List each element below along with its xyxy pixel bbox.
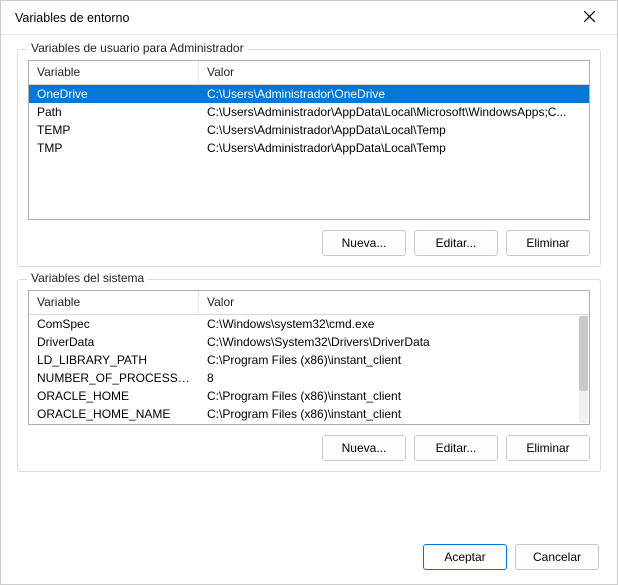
close-button[interactable] (569, 3, 609, 33)
cell-value: 8 (199, 370, 589, 386)
table-row[interactable]: ORACLE_HOME_NAMEC:\Program Files (x86)\i… (29, 405, 589, 423)
cell-variable: ORACLE_HOME_NAME (29, 406, 199, 422)
cell-value: C:\Users\Administrador\OneDrive (199, 86, 589, 102)
table-row[interactable]: PathC:\Users\Administrador\AppData\Local… (29, 103, 589, 121)
user-variables-list[interactable]: Variable Valor OneDriveC:\Users\Administ… (28, 60, 590, 220)
user-new-button[interactable]: Nueva... (322, 230, 406, 256)
header-value[interactable]: Valor (199, 291, 589, 314)
system-variables-list[interactable]: Variable Valor ComSpecC:\Windows\system3… (28, 290, 590, 425)
header-variable[interactable]: Variable (29, 61, 199, 84)
table-row[interactable]: OneDriveC:\Users\Administrador\OneDrive (29, 85, 589, 103)
system-variables-group: Variables del sistema Variable Valor Com… (17, 279, 601, 472)
cell-variable: TMP (29, 140, 199, 156)
header-value[interactable]: Valor (199, 61, 589, 84)
table-row[interactable]: NUMBER_OF_PROCESSORS8 (29, 369, 589, 387)
cell-value: C:\Users\Administrador\AppData\Local\Tem… (199, 122, 589, 138)
cell-variable: Path (29, 104, 199, 120)
system-edit-button[interactable]: Editar... (414, 435, 498, 461)
cell-variable: LD_LIBRARY_PATH (29, 352, 199, 368)
ok-button[interactable]: Aceptar (423, 544, 507, 570)
dialog-footer: Aceptar Cancelar (1, 538, 617, 584)
cell-variable: ComSpec (29, 316, 199, 332)
cell-variable: DriverData (29, 334, 199, 350)
cell-variable: TEMP (29, 122, 199, 138)
cancel-button[interactable]: Cancelar (515, 544, 599, 570)
header-variable[interactable]: Variable (29, 291, 199, 314)
user-list-body: OneDriveC:\Users\Administrador\OneDriveP… (29, 85, 589, 157)
cell-value: C:\Users\Administrador\AppData\Local\Mic… (199, 104, 589, 120)
system-list-body: ComSpecC:\Windows\system32\cmd.exeDriver… (29, 315, 589, 425)
cell-variable: NUMBER_OF_PROCESSORS (29, 370, 199, 386)
user-buttons-row: Nueva... Editar... Eliminar (28, 230, 590, 256)
user-list-header: Variable Valor (29, 61, 589, 85)
table-row[interactable]: DriverDataC:\Windows\System32\Drivers\Dr… (29, 333, 589, 351)
table-row[interactable]: OSWindows_NT (29, 423, 589, 425)
cell-value: C:\Windows\system32\cmd.exe (199, 316, 589, 332)
table-row[interactable]: ORACLE_HOMEC:\Program Files (x86)\instan… (29, 387, 589, 405)
env-variables-dialog: Variables de entorno Variables de usuari… (0, 0, 618, 585)
cell-value: C:\Program Files (x86)\instant_client (199, 388, 589, 404)
user-variables-group: Variables de usuario para Administrador … (17, 49, 601, 267)
user-edit-button[interactable]: Editar... (414, 230, 498, 256)
scrollbar-thumb[interactable] (579, 316, 588, 391)
table-row[interactable]: TMPC:\Users\Administrador\AppData\Local\… (29, 139, 589, 157)
cell-variable: OneDrive (29, 86, 199, 102)
cell-value: C:\Windows\System32\Drivers\DriverData (199, 334, 589, 350)
system-buttons-row: Nueva... Editar... Eliminar (28, 435, 590, 461)
table-row[interactable]: TEMPC:\Users\Administrador\AppData\Local… (29, 121, 589, 139)
close-icon (584, 11, 595, 25)
system-list-header: Variable Valor (29, 291, 589, 315)
table-row[interactable]: LD_LIBRARY_PATHC:\Program Files (x86)\in… (29, 351, 589, 369)
system-group-legend: Variables del sistema (27, 271, 148, 285)
table-row[interactable]: ComSpecC:\Windows\system32\cmd.exe (29, 315, 589, 333)
system-new-button[interactable]: Nueva... (322, 435, 406, 461)
cell-variable: ORACLE_HOME (29, 388, 199, 404)
user-delete-button[interactable]: Eliminar (506, 230, 590, 256)
cell-value: C:\Program Files (x86)\instant_client (199, 352, 589, 368)
user-group-legend: Variables de usuario para Administrador (27, 41, 248, 55)
system-delete-button[interactable]: Eliminar (506, 435, 590, 461)
cell-value: C:\Users\Administrador\AppData\Local\Tem… (199, 140, 589, 156)
cell-variable: OS (29, 424, 199, 425)
dialog-title: Variables de entorno (15, 11, 569, 25)
cell-value: Windows_NT (199, 424, 589, 425)
dialog-content: Variables de usuario para Administrador … (1, 35, 617, 538)
system-scrollbar[interactable] (579, 316, 588, 423)
titlebar: Variables de entorno (1, 1, 617, 35)
cell-value: C:\Program Files (x86)\instant_client (199, 406, 589, 422)
